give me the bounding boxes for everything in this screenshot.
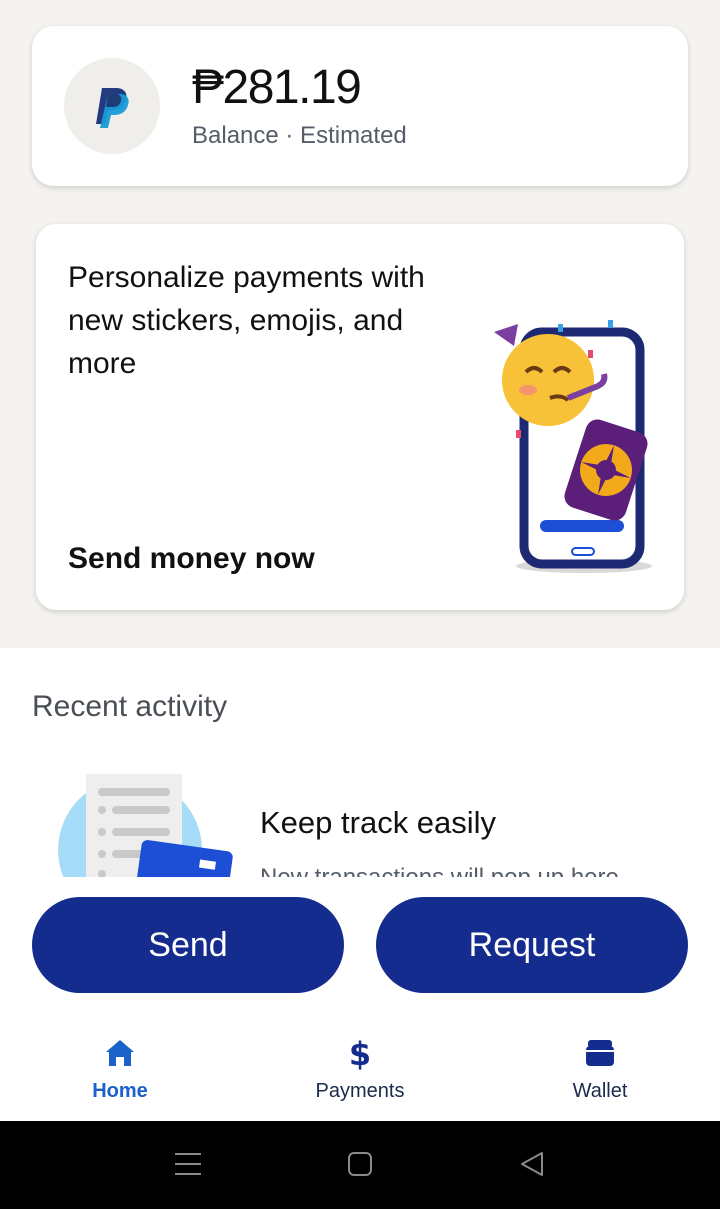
promo-headline: Personalize payments with new stickers, … (68, 261, 425, 380)
wallet-icon (584, 1036, 616, 1070)
home-icon (104, 1036, 136, 1070)
system-navigation-bar (0, 1121, 720, 1209)
recent-activity-empty-state: Keep track easily New transactions will … (0, 760, 720, 877)
back-triangle-icon[interactable] (518, 1149, 546, 1184)
keep-track-title: Keep track easily (260, 805, 497, 840)
bottom-tab-bar: Home $ Payments Wallet (0, 1020, 720, 1120)
recent-activity-title: Recent activity (32, 690, 228, 723)
send-button[interactable]: Send (32, 897, 344, 993)
tab-wallet[interactable]: Wallet (500, 1020, 700, 1120)
party-emoji-phone-illustration-icon (488, 320, 664, 585)
menu-icon[interactable] (174, 1149, 202, 1184)
promo-card[interactable]: Personalize payments with new stickers, … (36, 224, 684, 610)
dollar-icon: $ (348, 1036, 372, 1070)
send-money-now-link[interactable]: Send money now (68, 542, 315, 576)
paypal-logo-icon (64, 58, 160, 154)
balance-caption: Balance · Estimated (192, 122, 407, 149)
request-button[interactable]: Request (376, 897, 688, 993)
home-square-icon[interactable] (347, 1149, 373, 1184)
tab-home-label: Home (92, 1080, 148, 1102)
keep-track-subtitle: New transactions will pop up here (260, 864, 619, 877)
tab-home[interactable]: Home (20, 1020, 220, 1120)
tab-payments-label: Payments (315, 1080, 405, 1102)
balance-amount: ₱281.19 (192, 61, 362, 114)
tab-wallet-label: Wallet (572, 1080, 628, 1102)
svg-text:$: $ (349, 1036, 371, 1070)
balance-card[interactable]: ₱281.19 Balance · Estimated (32, 26, 688, 186)
tab-payments[interactable]: $ Payments (260, 1020, 460, 1120)
receipt-card-illustration-icon (58, 774, 238, 877)
